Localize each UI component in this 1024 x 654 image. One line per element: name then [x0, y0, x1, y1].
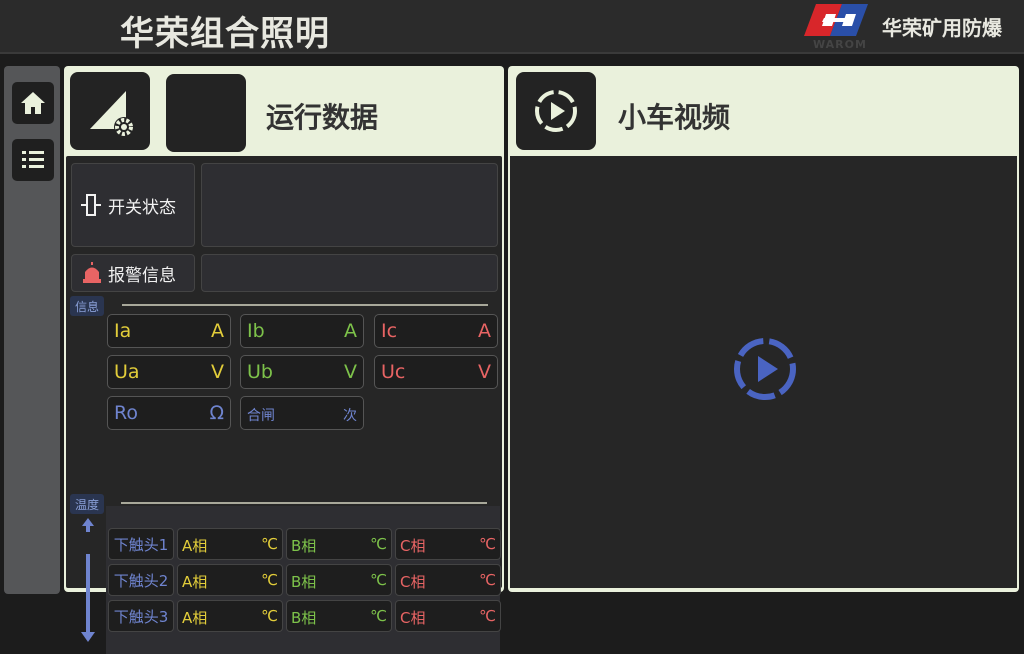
meter-name: Ub	[247, 361, 273, 383]
temp-cell-b: B相 ℃	[286, 528, 392, 560]
temp-cell-c: C相 ℃	[395, 528, 501, 560]
meter-unit: V	[344, 361, 357, 383]
meter-ia: Ia A	[107, 314, 231, 348]
alarm-icon	[83, 262, 101, 283]
alarm-info-text: 报警信息	[108, 265, 176, 286]
phase-unit: ℃	[370, 571, 387, 589]
temp-cell-a: A相 ℃	[177, 600, 283, 632]
info-divider	[122, 304, 488, 306]
meter-unit: A	[478, 320, 491, 342]
phase-name: C相	[400, 573, 426, 591]
info-tag: 信息	[70, 296, 104, 316]
meter-unit: A	[344, 320, 357, 342]
temp-divider	[121, 502, 487, 504]
meter-ub: Ub V	[240, 355, 364, 389]
temp-cell-b: B相 ℃	[286, 564, 392, 596]
scroll-arrows-icon[interactable]	[78, 518, 98, 644]
temperature-table: 下触头1 A相 ℃ B相 ℃ C相 ℃ 下触头2 A相 ℃ B相 ℃ C相 ℃ 下触头3 A…	[106, 506, 501, 654]
video-play-button-icon[interactable]	[732, 336, 798, 402]
phase-unit: ℃	[479, 535, 496, 553]
temp-cell-a: A相 ℃	[177, 564, 283, 596]
company-name: 华荣矿用防爆	[882, 16, 1002, 40]
sidebar-item-list[interactable]	[12, 139, 54, 181]
list-icon	[22, 151, 44, 168]
temp-row-label: 下触头2	[108, 564, 174, 596]
temp-cell-a: A相 ℃	[177, 528, 283, 560]
logo-text: WAROM	[813, 38, 867, 51]
play-circle-icon	[535, 90, 577, 132]
video-tile[interactable]	[516, 72, 596, 150]
temp-cell-b: B相 ℃	[286, 600, 392, 632]
ramp-gear-icon	[90, 91, 134, 137]
meter-name: 合闸	[247, 408, 275, 424]
meter-name: Ia	[114, 320, 132, 342]
phase-name: B相	[291, 609, 317, 627]
phase-name: B相	[291, 573, 317, 591]
phase-name: C相	[400, 537, 426, 555]
temp-cell-c: C相 ℃	[395, 564, 501, 596]
cart-video-panel: 小车视频	[508, 66, 1019, 592]
meter-unit: A	[211, 320, 224, 342]
app-title: 华荣组合照明	[120, 14, 330, 54]
meter-unit: V	[478, 361, 491, 383]
switch-status-value	[201, 163, 498, 247]
switch-status-label: 开关状态	[71, 163, 195, 247]
phase-unit: ℃	[479, 571, 496, 589]
phase-unit: ℃	[261, 535, 278, 553]
cart-video-title: 小车视频	[618, 101, 731, 134]
temp-row-label: 下触头1	[108, 528, 174, 560]
video-area	[510, 156, 1017, 588]
phase-name: B相	[291, 537, 317, 555]
meter-ib: Ib A	[240, 314, 364, 348]
switch-status-text: 开关状态	[108, 197, 176, 218]
sidebar	[4, 66, 60, 594]
phase-name: A相	[182, 573, 208, 591]
meter-unit: 次	[343, 408, 357, 424]
switch-icon	[81, 194, 101, 216]
temp-tag: 温度	[70, 494, 104, 514]
meter-ic: Ic A	[374, 314, 498, 348]
alarm-info-value	[201, 254, 498, 292]
phase-unit: ℃	[261, 607, 278, 625]
phase-unit: ℃	[370, 535, 387, 553]
meter-name: Ro	[114, 402, 138, 424]
phase-unit: ℃	[479, 607, 496, 625]
home-icon	[21, 92, 45, 114]
temp-cell-c: C相 ℃	[395, 600, 501, 632]
phase-name: A相	[182, 537, 208, 555]
phase-unit: ℃	[370, 607, 387, 625]
running-data-panel: 运行数据 开关状态 报警信息 信息 Ia A Ib A Ic A Ua V Ub…	[64, 66, 504, 654]
running-data-title: 运行数据	[266, 101, 379, 134]
meter-name: Ic	[381, 320, 398, 342]
settings-tile[interactable]	[70, 72, 150, 150]
meter-name: Ib	[247, 320, 265, 342]
meter-unit: V	[211, 361, 224, 383]
meter-name: Uc	[381, 361, 406, 383]
blank-tile[interactable]	[166, 74, 246, 152]
phase-name: A相	[182, 609, 208, 627]
phase-unit: ℃	[261, 571, 278, 589]
meter-uc: Uc V	[374, 355, 498, 389]
running-data-body: 开关状态 报警信息 信息 Ia A Ib A Ic A Ua V Ub V Uc…	[66, 156, 502, 654]
alarm-info-label: 报警信息	[71, 254, 195, 292]
meter-ua: Ua V	[107, 355, 231, 389]
meter-ro: Ro Ω	[107, 396, 231, 430]
phase-name: C相	[400, 609, 426, 627]
meter-name: Ua	[114, 361, 140, 383]
temp-row-label: 下触头3	[108, 600, 174, 632]
top-bar: 华荣组合照明 WAROM 华荣矿用防爆	[0, 0, 1024, 54]
meter-close-count: 合闸 次	[240, 396, 364, 430]
sidebar-item-home[interactable]	[12, 82, 54, 124]
meter-unit: Ω	[209, 402, 224, 424]
